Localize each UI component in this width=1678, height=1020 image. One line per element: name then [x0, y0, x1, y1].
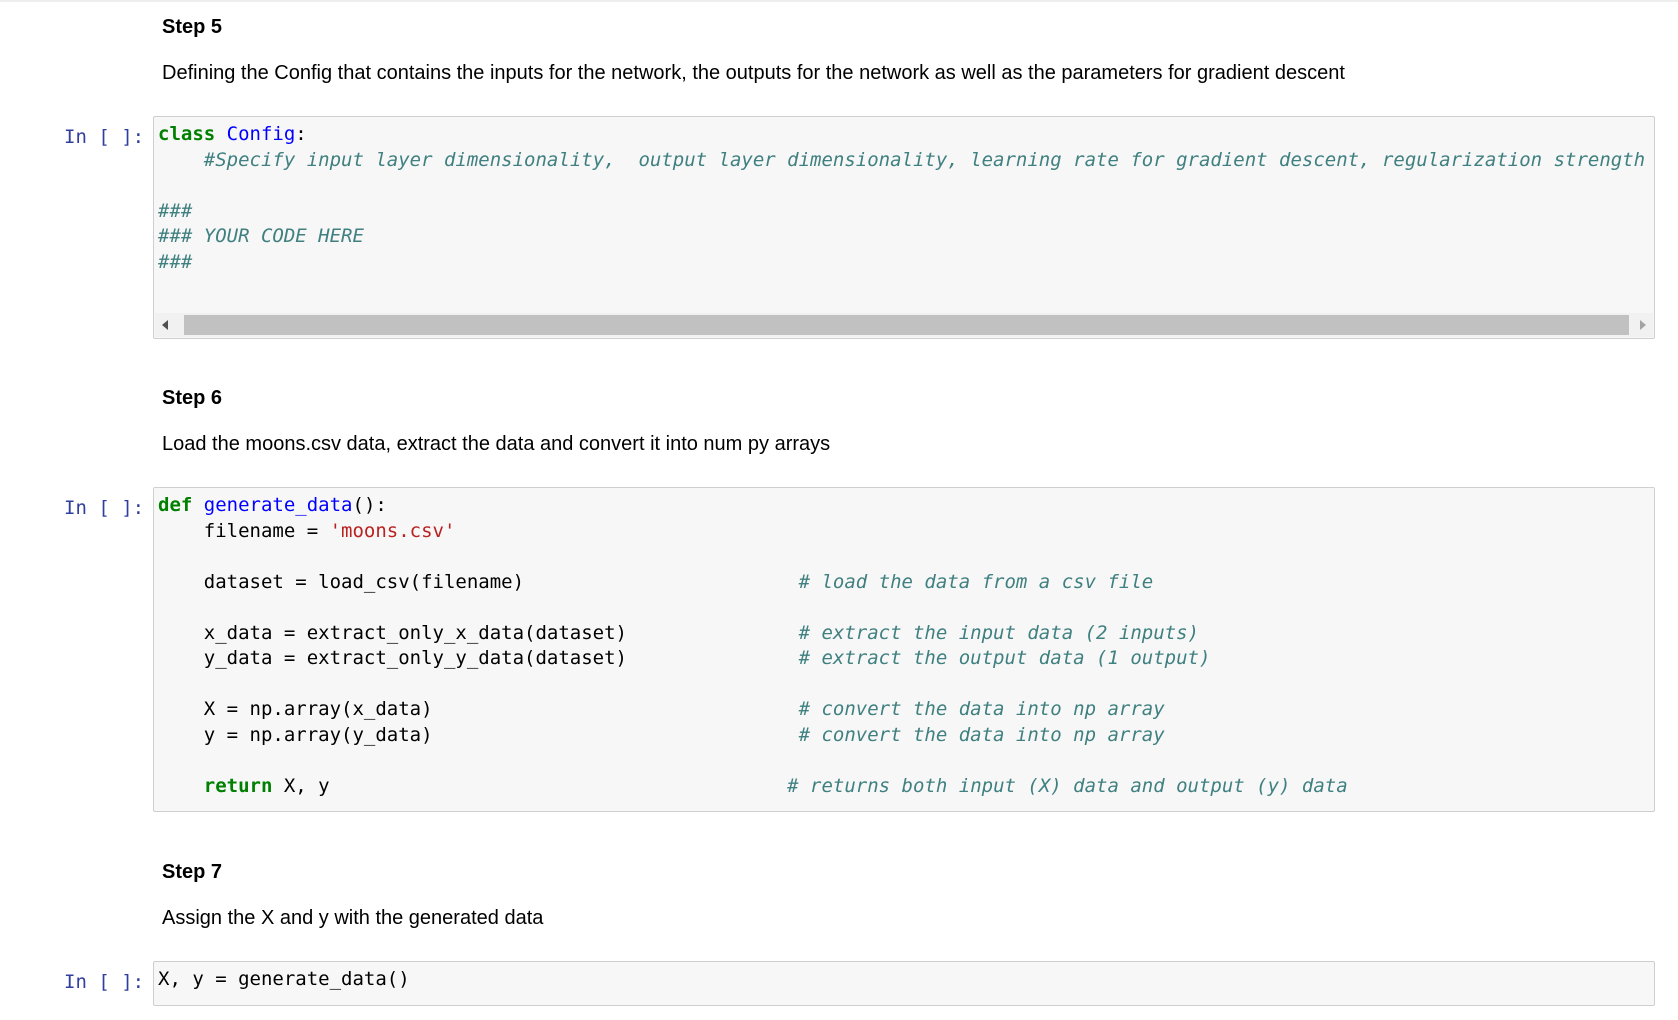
step6-code-cell[interactable]: def generate_data(): filename = 'moons.c…: [153, 487, 1655, 812]
step6-input-prompt: In [ ]:: [64, 497, 145, 519]
step5-heading: Step 5: [162, 16, 223, 38]
step7-input-prompt: In [ ]:: [64, 971, 145, 993]
scroll-right-arrow-icon[interactable]: [1640, 320, 1646, 330]
step5-code-editor[interactable]: class Config: #Specify input layer dimen…: [158, 122, 1645, 275]
step7-heading: Step 7: [162, 861, 223, 883]
filename-assignment: filename =: [158, 519, 330, 542]
xdata-line-comment: # extract the input data (2 inputs): [798, 621, 1199, 644]
y-line-code: y = np.array(y_data): [158, 723, 799, 746]
step7-description: Assign the X and y with the generated da…: [162, 907, 544, 929]
step6-description: Load the moons.csv data, extract the dat…: [162, 433, 831, 455]
ydata-line-comment: # extract the output data (1 output): [798, 647, 1211, 669]
return-values: X, y: [272, 774, 788, 797]
function-parens: ():: [352, 494, 387, 516]
xdata-line-code: x_data = extract_only_x_data(dataset): [158, 621, 799, 644]
return-line-comment: # returns both input (X) data and output…: [787, 774, 1348, 797]
scrollbar-thumb[interactable]: [184, 315, 1629, 335]
step5-description: Defining the Config that contains the in…: [162, 62, 1345, 84]
step6-heading: Step 6: [162, 387, 223, 409]
return-keyword: return: [203, 774, 273, 797]
horizontal-scrollbar[interactable]: [155, 313, 1653, 337]
code-marker-line: ###: [158, 199, 193, 222]
class-name: Config: [226, 123, 296, 145]
class-colon: :: [295, 123, 307, 145]
step6-code-editor[interactable]: def generate_data(): filename = 'moons.c…: [158, 493, 1348, 799]
dataset-line-code: dataset = load_csv(filename): [158, 570, 799, 593]
scroll-left-arrow-icon[interactable]: [162, 320, 168, 330]
code-marker-line: ###: [158, 250, 193, 273]
step5-input-prompt: In [ ]:: [64, 126, 145, 148]
def-keyword: def: [158, 494, 193, 516]
your-code-here-comment: ### YOUR CODE HERE: [158, 225, 364, 247]
step7-code-cell[interactable]: X, y = generate_data(): [153, 961, 1655, 1006]
X-line-comment: # convert the data into np array: [798, 698, 1165, 720]
ydata-line-code: y_data = extract_only_y_data(dataset): [158, 647, 799, 669]
class-keyword: class: [158, 123, 216, 145]
function-name: generate_data: [203, 494, 353, 516]
step5-code-cell[interactable]: class Config: #Specify input layer dimen…: [153, 116, 1655, 339]
X-line-code: X = np.array(x_data): [158, 698, 799, 720]
y-line-comment: # convert the data into np array: [798, 723, 1165, 746]
filename-string: 'moons.csv': [329, 519, 456, 542]
dataset-line-comment: # load the data from a csv file: [798, 570, 1154, 593]
config-comment: #Specify input layer dimensionality, out…: [203, 148, 1646, 171]
top-border: [0, 0, 1678, 2]
step7-code-editor[interactable]: X, y = generate_data(): [158, 967, 410, 993]
